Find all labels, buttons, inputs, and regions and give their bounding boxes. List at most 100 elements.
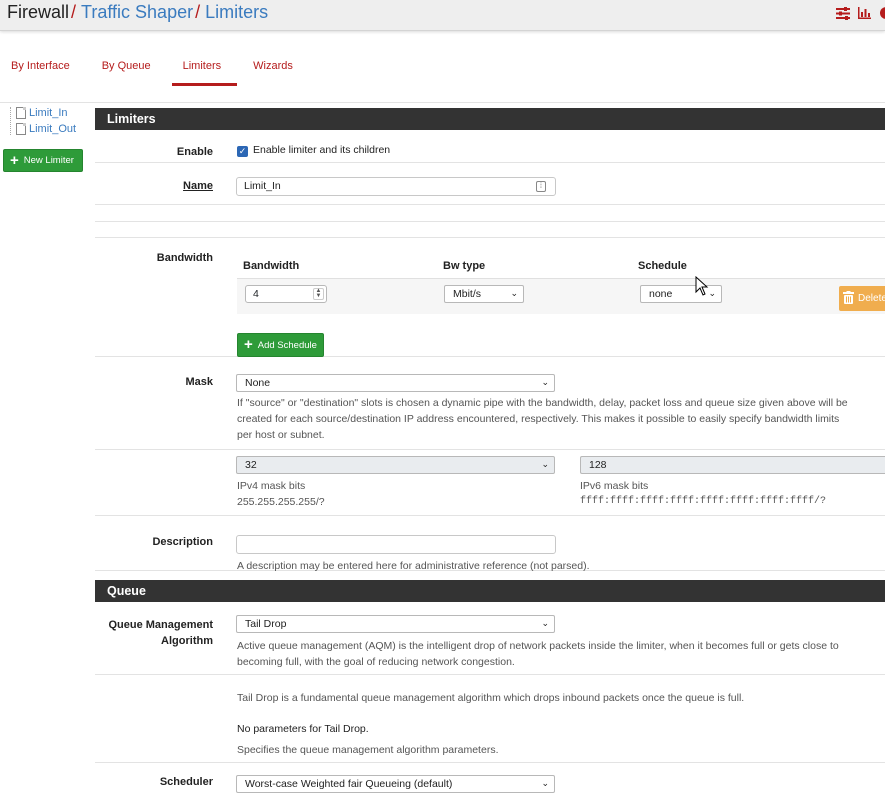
mask-bits-row: 32 ⌄ IPv4 mask bits 255.255.255.255/? 12…: [95, 450, 885, 516]
name-input[interactable]: Limit_In: [236, 177, 556, 196]
description-row: Description A description may be entered…: [95, 516, 885, 572]
limiter-tree: Limit_In Limit_Out + New Limiter: [0, 103, 94, 800]
tree-item-label[interactable]: Limit_Out: [29, 123, 76, 135]
file-icon: [16, 107, 26, 119]
file-icon: [16, 123, 26, 135]
ipv4-mask-select[interactable]: 32 ⌄: [236, 456, 555, 474]
ipv4-mask-label: IPv4 mask bits: [237, 480, 306, 492]
mouse-cursor-icon: [695, 276, 709, 296]
enable-checkbox[interactable]: ✓: [237, 146, 248, 157]
ipv6-mask-hint: ffff:ffff:ffff:ffff:ffff:ffff:ffff:ffff/…: [580, 496, 827, 507]
breadcrumb-traffic-shaper[interactable]: Traffic Shaper: [81, 2, 193, 22]
mask-help-line: per host or subnet.: [237, 429, 325, 441]
mask-row: Mask None ⌄ If "source" or "destination"…: [95, 357, 885, 450]
plus-icon: +: [244, 336, 253, 353]
tree-item-limit-in[interactable]: Limit_In: [16, 107, 68, 119]
bandwidth-entry-row: 4 ▲ ▼ Mbit/s ⌄ none ⌄ Delete: [237, 278, 885, 314]
description-help-text: A description may be entered here for ad…: [237, 560, 590, 572]
aqm-select[interactable]: Tail Drop ⌄: [236, 615, 555, 633]
mask-value: None: [245, 377, 271, 389]
schedule-select[interactable]: none ⌄: [640, 285, 722, 303]
plus-icon: +: [10, 151, 19, 169]
bwtype-value: Mbit/s: [453, 288, 482, 300]
tab-by-queue[interactable]: By Queue: [91, 52, 167, 86]
mask-select[interactable]: None ⌄: [236, 374, 555, 392]
no-params-text: No parameters for Tail Drop.: [237, 723, 369, 735]
chevron-down-icon: ⌄: [541, 618, 549, 628]
spacer-row: [95, 222, 885, 238]
delete-button[interactable]: Delete: [839, 286, 885, 311]
tree-item-limit-out[interactable]: Limit_Out: [16, 123, 76, 135]
name-label: Name: [183, 180, 213, 192]
sliders-icon[interactable]: [836, 6, 850, 20]
spinner-icon[interactable]: ▲ ▼: [313, 288, 324, 300]
keyboard-icon: ⁞: [536, 181, 546, 192]
chevron-down-icon: ⌄: [541, 377, 549, 387]
bandwidth-value: 4: [253, 288, 259, 300]
tabs-divider: [0, 102, 885, 103]
ipv6-mask-value: 128: [589, 459, 607, 471]
bwtype-select[interactable]: Mbit/s ⌄: [444, 285, 524, 303]
breadcrumb-limiters[interactable]: Limiters: [205, 2, 268, 22]
aqm-label-line: Queue Management: [108, 619, 213, 631]
aqm-row: Queue Management Algorithm Tail Drop ⌄ A…: [95, 602, 885, 675]
schedule-column-header: Schedule: [638, 260, 687, 272]
chevron-down-icon: ⌄: [510, 288, 518, 298]
add-schedule-label: Add Schedule: [257, 339, 317, 351]
bandwidth-column-header: Bandwidth: [243, 260, 300, 272]
tab-bar: By Interface By Queue Limiters Wizards: [0, 52, 314, 86]
mask-help-line: created for each source/destination IP a…: [237, 413, 840, 425]
spacer-row: [95, 205, 885, 222]
breadcrumb-separator: /: [71, 2, 77, 22]
tab-by-interface[interactable]: By Interface: [0, 52, 86, 86]
tree-item-label[interactable]: Limit_In: [29, 107, 68, 119]
bar-chart-icon[interactable]: [858, 7, 871, 19]
ipv4-mask-hint: 255.255.255.255/?: [237, 496, 325, 508]
breadcrumb: Firewall / Traffic Shaper / Limiters: [7, 2, 268, 23]
tree-connector: [10, 107, 11, 135]
new-limiter-label: New Limiter: [23, 155, 74, 166]
aqm-help-line: becoming full, with the goal of reducing…: [237, 656, 515, 668]
chevron-down-icon: ⌄: [708, 288, 716, 298]
scheduler-row: Scheduler Worst-case Weighted fair Queue…: [95, 763, 885, 800]
page-header: Firewall / Traffic Shaper / Limiters: [0, 0, 885, 31]
trash-icon: [843, 290, 854, 307]
breadcrumb-root: Firewall: [7, 2, 70, 22]
params-help-text: Specifies the queue management algorithm…: [237, 744, 499, 756]
delete-label: Delete: [858, 293, 885, 304]
bwtype-column-header: Bw type: [443, 260, 486, 272]
queue-panel-heading: Queue: [95, 580, 885, 602]
ipv4-mask-value: 32: [245, 459, 257, 471]
scheduler-label: Scheduler: [159, 776, 213, 788]
add-schedule-button[interactable]: + Add Schedule: [237, 333, 324, 357]
mask-label: Mask: [185, 376, 213, 388]
mask-help-line: If "source" or "destination" slots is ch…: [237, 397, 848, 409]
aqm-help-line: Active queue management (AQM) is the int…: [237, 640, 839, 652]
schedule-value: none: [649, 288, 673, 300]
main-panel: Limiters Enable ✓ Enable limiter and its…: [95, 108, 885, 800]
ipv6-mask-label: IPv6 mask bits: [580, 480, 649, 492]
tab-limiters[interactable]: Limiters: [171, 52, 238, 86]
aqm-label: Queue Management Algorithm: [108, 617, 213, 649]
aqm-params-row: Tail Drop is a fundamental queue managem…: [95, 675, 885, 763]
description-label: Description: [152, 536, 213, 548]
limiters-panel-heading: Limiters: [95, 108, 885, 130]
scheduler-select[interactable]: Worst-case Weighted fair Queueing (defau…: [236, 775, 555, 793]
chevron-down-icon: ⌄: [541, 778, 549, 788]
aqm-help-text: Active queue management (AQM) is the int…: [237, 638, 839, 670]
bandwidth-value-input[interactable]: 4 ▲ ▼: [245, 285, 327, 303]
name-row: Name Limit_In ⁞: [95, 163, 885, 205]
aqm-label-line: Algorithm: [161, 635, 213, 647]
tab-wizards[interactable]: Wizards: [242, 52, 309, 86]
taildrop-info-text: Tail Drop is a fundamental queue managem…: [237, 692, 745, 704]
enable-row: Enable ✓ Enable limiter and its children: [95, 130, 885, 163]
enable-checkbox-label: Enable limiter and its children: [253, 144, 391, 156]
ipv6-mask-select[interactable]: 128: [580, 456, 885, 474]
enable-label: Enable: [176, 146, 213, 158]
scheduler-value: Worst-case Weighted fair Queueing (defau…: [245, 778, 453, 790]
description-input[interactable]: [236, 535, 556, 554]
breadcrumb-separator: /: [195, 2, 201, 22]
help-icon[interactable]: [879, 6, 885, 20]
aqm-value: Tail Drop: [245, 618, 287, 630]
new-limiter-button[interactable]: + New Limiter: [3, 149, 83, 172]
